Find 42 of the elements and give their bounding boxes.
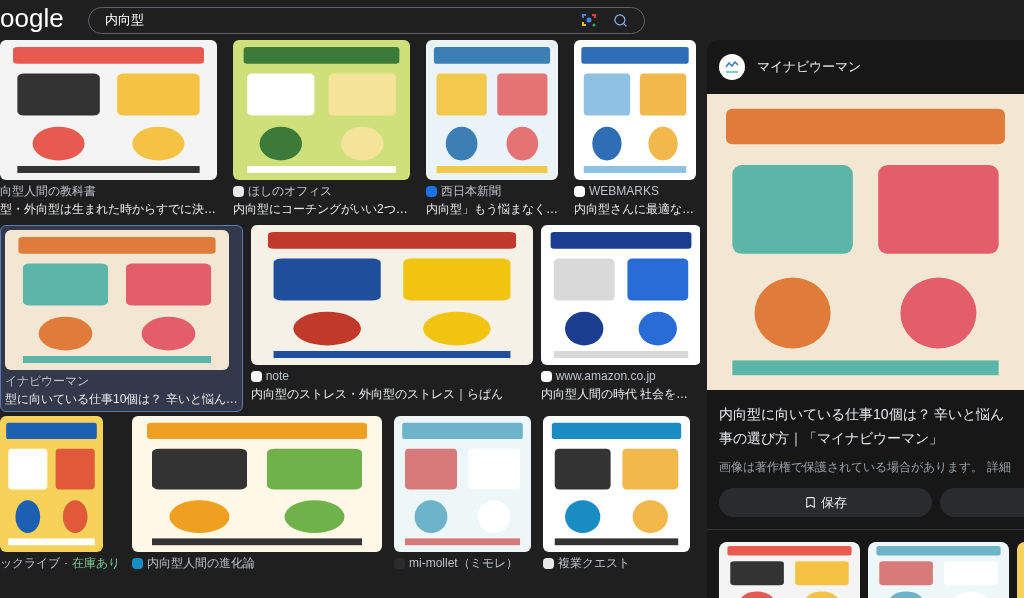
separator-dot: · (64, 556, 68, 571)
source-text[interactable]: WEBMARKS (589, 184, 659, 199)
result-card[interactable]: www.amazon.co.jp 内向型人間の時代 社会を… (540, 225, 700, 412)
search-input[interactable]: 内向型 (105, 10, 581, 30)
result-title[interactable]: 内向型」もう悩まなく… (426, 202, 558, 217)
result-card[interactable]: mi-mollet（ミモレ） (394, 416, 531, 575)
site-logo-icon (719, 54, 745, 80)
source-text[interactable]: ックライブ (0, 556, 60, 571)
result-title[interactable]: 型に向いている仕事10個は？ 辛いと悩ん… (5, 392, 238, 407)
logo[interactable]: oogle (0, 0, 88, 38)
source-text[interactable]: 向型人間の教科書 (0, 184, 96, 199)
copyright-notice: 画像は著作権で保護されている場合があります。 (719, 459, 983, 476)
source-text[interactable]: note (265, 369, 290, 384)
result-card[interactable]: 内向型人間の進化論 (132, 416, 382, 575)
search-icon[interactable] (613, 12, 628, 28)
result-title[interactable]: 内向型さんに最適な… (574, 202, 696, 217)
result-card[interactable]: ほしのオフィス 内向型にコーチングがいい2つ… (233, 40, 410, 221)
bookmark-icon (804, 496, 817, 509)
source-text[interactable]: www.amazon.co.jp (555, 369, 656, 384)
result-title[interactable]: 内向型のストレス・外向型のストレス｜らぱん (250, 387, 533, 402)
result-title[interactable]: 内向型人間の時代 社会を… (540, 387, 700, 402)
result-card[interactable]: WEBMARKS 内向型さんに最適な… (574, 40, 696, 221)
save-button[interactable]: 保存 (719, 488, 932, 517)
result-card[interactable]: ックライブ · 在庫あり (0, 416, 120, 575)
source-text[interactable]: ほしのオフィス (248, 184, 332, 199)
result-title[interactable]: 型・外向型は生まれた時からすでに決… (0, 202, 217, 217)
result-card[interactable]: 向型人間の教科書 型・外向型は生まれた時からすでに決… (0, 40, 217, 221)
result-card[interactable]: イナビウーマン 型に向いている仕事10個は？ 辛いと悩ん… (0, 225, 243, 412)
source-text[interactable]: 内向型人間の進化論 (147, 556, 255, 571)
source-text[interactable]: 西日本新聞 (441, 184, 501, 199)
details-link[interactable]: 詳細 (987, 458, 1011, 476)
preview-title[interactable]: 内向型に向いている仕事10個は？ 辛いと悩ん 事の選び方｜「マイナビウーマン」 (707, 402, 1024, 450)
result-card[interactable]: note 内向型のストレス・外向型のストレス｜らぱん (250, 225, 533, 412)
source-text[interactable]: 複業クエスト (558, 556, 630, 571)
stock-text: 在庫あり (72, 556, 120, 571)
result-card[interactable]: 複業クエスト (543, 416, 690, 575)
source-text[interactable]: イナビウーマン (5, 374, 89, 389)
source-name[interactable]: マイナビウーマン (757, 57, 861, 77)
result-card[interactable]: 西日本新聞 内向型」もう悩まなく… (426, 40, 558, 221)
camera-icon[interactable] (581, 12, 597, 28)
result-title[interactable]: 内向型にコーチングがいい2つ… (233, 202, 410, 217)
source-text[interactable]: mi-mollet（ミモレ） (409, 556, 518, 571)
